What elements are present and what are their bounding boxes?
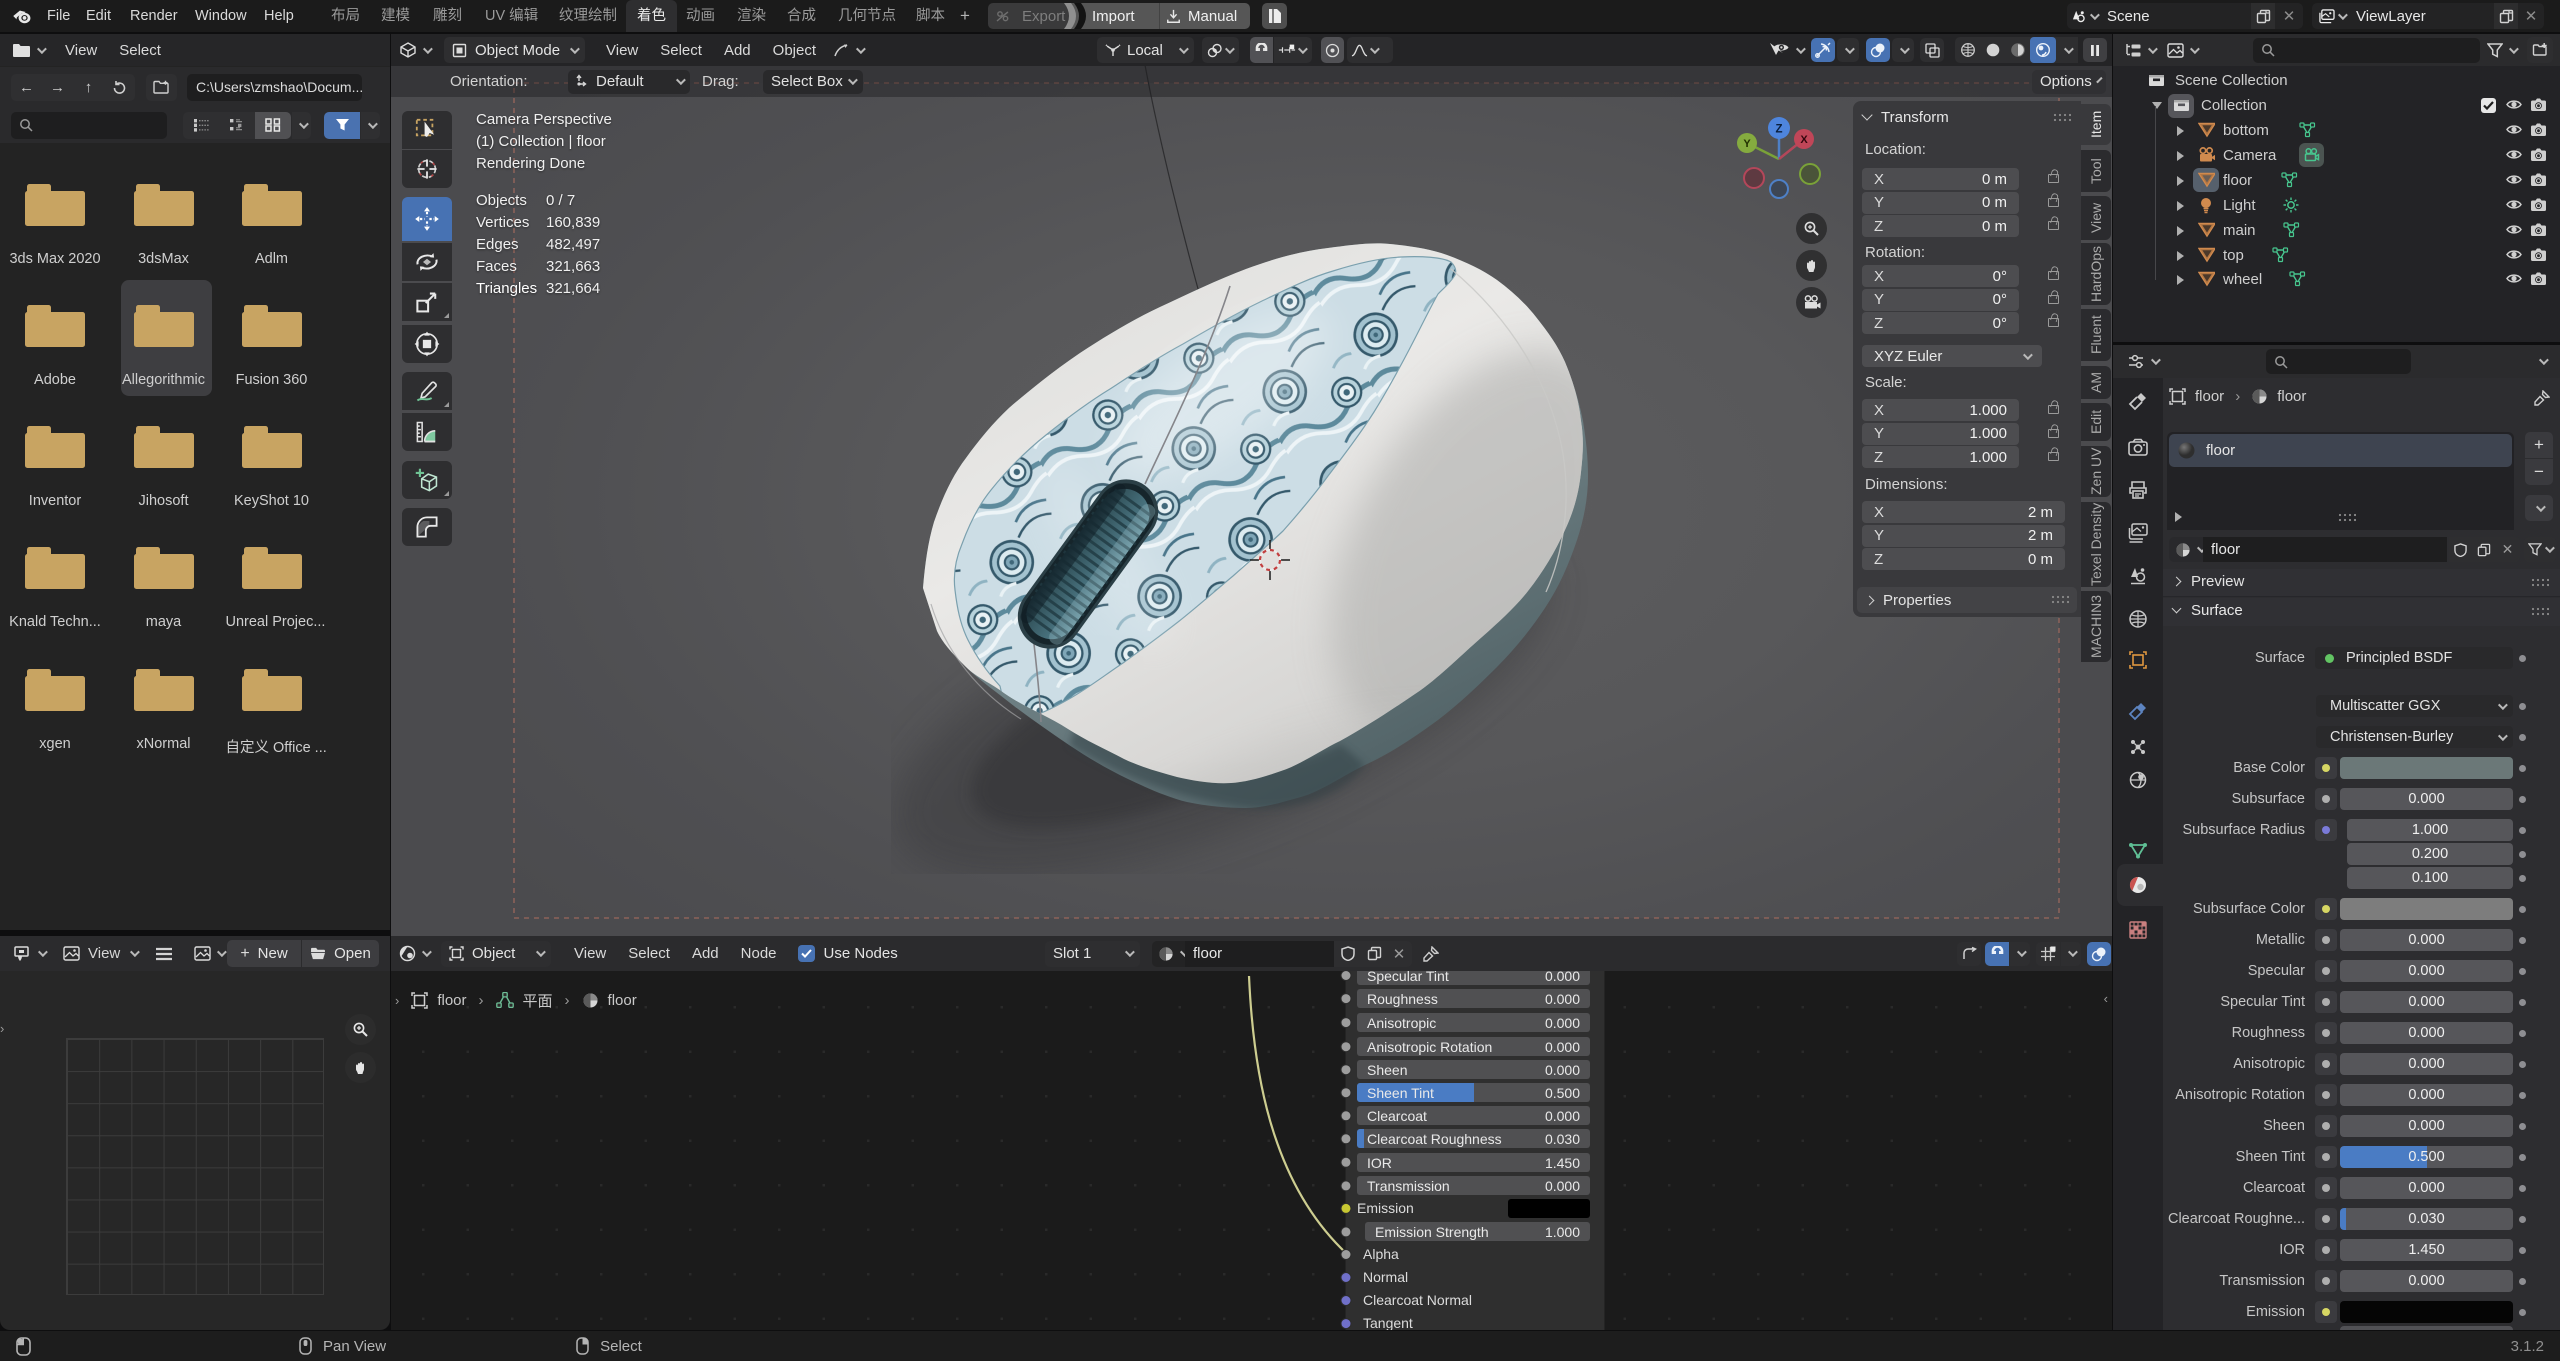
- svg-text:Z: Z: [1775, 124, 1782, 136]
- svg-text:Y: Y: [1743, 138, 1751, 150]
- svg-text:X: X: [1800, 134, 1808, 146]
